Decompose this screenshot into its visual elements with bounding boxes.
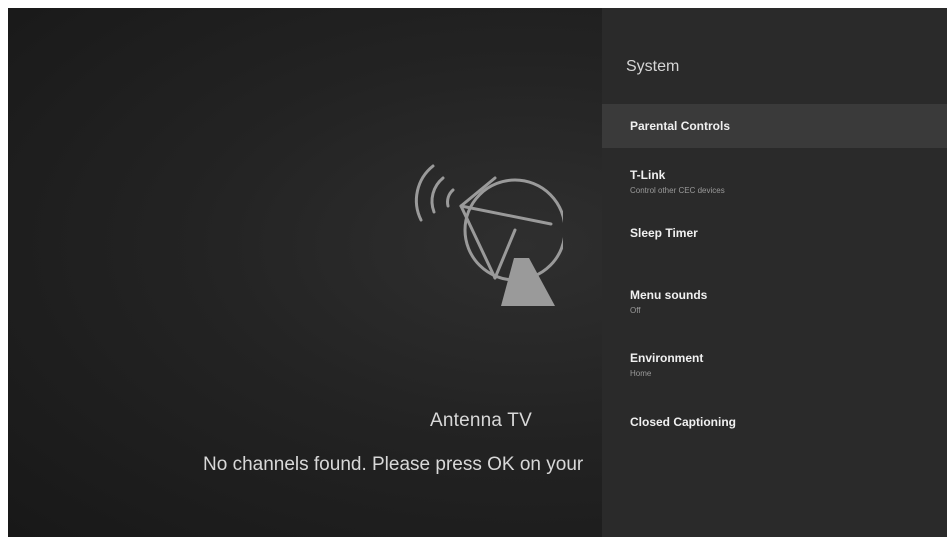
menu-item-subtitle: Off [630,306,641,315]
menu-item-menu-sounds[interactable]: Menu sounds Off [602,281,947,325]
no-channels-message: No channels found. Please press OK on yo… [203,454,584,475]
menu-item-t-link[interactable]: T-Link Control other CEC devices [602,160,947,204]
menu-item-label: Parental Controls [630,119,731,133]
menu-item-sleep-timer[interactable]: Sleep Timer [602,218,947,258]
tv-screen: Antenna TV No channels found. Please pre… [8,8,947,537]
menu-item-label: Menu sounds [630,288,708,302]
menu-item-label: Sleep Timer [630,226,698,240]
menu-item-label: Environment [630,351,704,365]
panel-title: System [626,58,680,75]
menu-item-parental-controls[interactable]: Parental Controls [602,104,947,148]
system-settings-panel: System Parental Controls T-Link Control … [602,8,947,537]
menu-item-label: T-Link [630,168,666,182]
menu-item-closed-captioning[interactable]: Closed Captioning [602,408,947,448]
menu-item-subtitle: Home [630,369,652,378]
menu-item-label: Closed Captioning [630,415,736,429]
satellite-dish-icon [403,148,563,308]
menu-item-environment[interactable]: Environment Home [602,344,947,388]
menu-item-subtitle: Control other CEC devices [630,186,725,195]
